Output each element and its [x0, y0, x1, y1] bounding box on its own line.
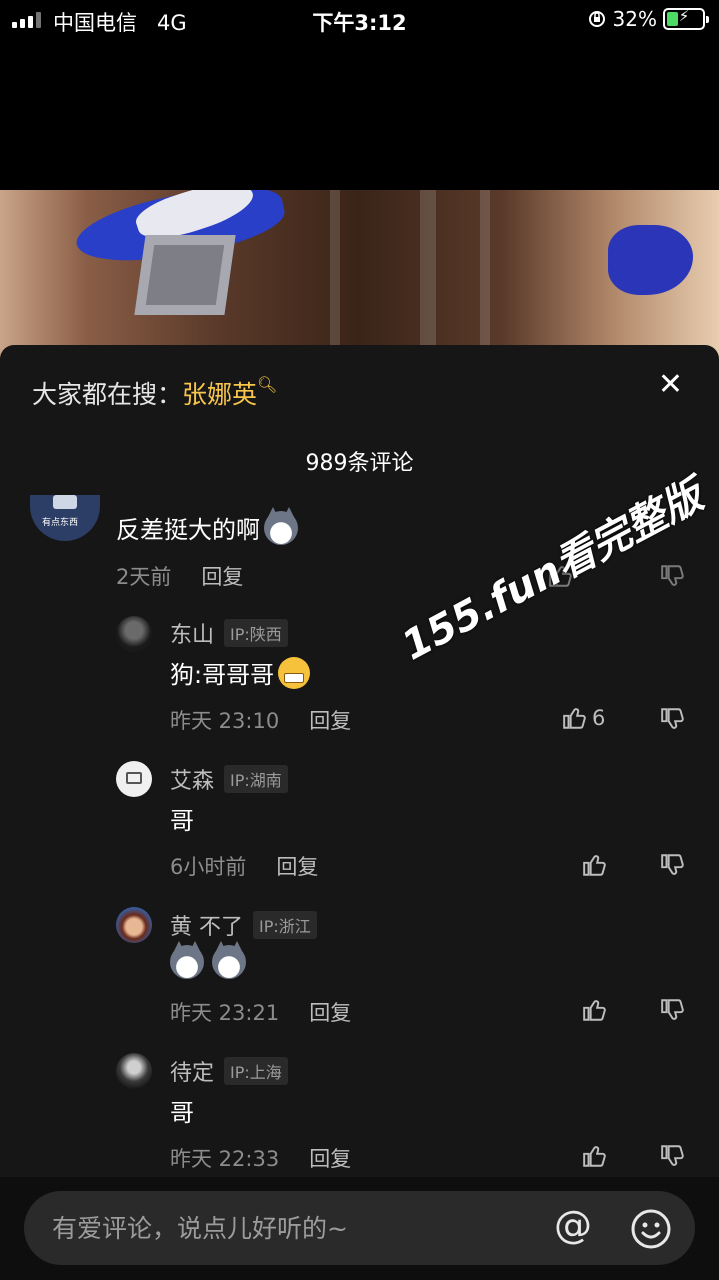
battery-percent: 32%	[612, 7, 657, 31]
orientation-lock-icon	[588, 11, 605, 27]
comment-meta: 昨天 22:33 回复	[170, 1143, 351, 1173]
search-keyword[interactable]: 张娜英	[182, 380, 257, 409]
comment-count: 989条评论	[305, 451, 414, 476]
video-preview[interactable]	[0, 190, 719, 360]
comment-author[interactable]: 东山 IP:陕西	[170, 617, 288, 649]
cat-emoji	[212, 941, 246, 979]
comment-meta: 昨天 23:10 回复	[170, 705, 351, 735]
hair-clip	[134, 235, 236, 315]
comment-text: 哥	[170, 807, 194, 835]
comment-meta: 6小时前 回复	[170, 851, 318, 881]
ip-badge: IP:陕西	[224, 619, 288, 647]
reply-button[interactable]: 回复	[309, 1143, 351, 1173]
comment-meta: 昨天 23:21 回复	[170, 997, 351, 1027]
dislike-icon[interactable]	[660, 706, 686, 732]
like-icon	[563, 708, 586, 729]
comment-text: 狗:哥哥哥	[170, 655, 311, 690]
comment-input-box[interactable]: @	[24, 1191, 695, 1265]
like-icon[interactable]	[582, 997, 608, 1023]
mention-icon[interactable]: @	[554, 1203, 592, 1247]
ip-badge: IP:上海	[224, 1057, 288, 1085]
reply-button[interactable]: 回复	[309, 997, 351, 1027]
comment-author[interactable]: 待定 IP:上海	[170, 1055, 288, 1087]
status-right: 32% ⚡	[587, 7, 709, 31]
dislike-icon[interactable]	[660, 563, 686, 589]
close-icon[interactable]: ✕	[658, 367, 683, 402]
dislike-icon[interactable]	[660, 1143, 686, 1169]
emoji-icon[interactable]	[630, 1208, 672, 1250]
search-icon: 🔍︎	[257, 375, 278, 394]
status-bar: 中国电信 4G 下午3:12 32% ⚡	[0, 0, 719, 40]
cat-emoji	[264, 506, 298, 545]
avatar[interactable]	[116, 1053, 152, 1089]
dislike-icon[interactable]	[660, 852, 686, 878]
comment-text: 哥	[170, 1099, 194, 1127]
like-button[interactable]: 6	[562, 705, 605, 731]
avatar[interactable]	[116, 761, 152, 797]
comment-sheet: 大家都在搜：张娜英🔍︎ ✕ 989条评论 有点东西 反差挺大的啊 2天前 回复 东…	[0, 345, 719, 1280]
battery-icon: ⚡	[663, 7, 709, 30]
cat-emoji	[170, 941, 204, 979]
reply-button[interactable]: 回复	[276, 851, 318, 881]
comment-text	[170, 941, 246, 979]
comment-author[interactable]: 艾森 IP:湖南	[170, 763, 288, 795]
avatar[interactable]: 有点东西	[30, 495, 100, 541]
comment-meta: 2天前 回复	[116, 561, 243, 591]
trending-search[interactable]: 大家都在搜：张娜英🔍︎	[32, 375, 277, 411]
comment-input[interactable]	[52, 1191, 522, 1265]
reply-button[interactable]: 回复	[309, 705, 351, 735]
avatar[interactable]	[116, 907, 152, 943]
avatar[interactable]	[116, 616, 152, 652]
like-count: 6	[592, 706, 606, 730]
comment-list[interactable]: 有点东西 反差挺大的啊 2天前 回复 东山 IP:陕西 狗:哥哥哥 昨天 23:10…	[0, 495, 719, 1175]
hair-bow-right	[608, 225, 693, 295]
like-icon[interactable]	[582, 1143, 608, 1169]
comment-text: 反差挺大的啊	[116, 506, 298, 545]
like-icon[interactable]	[582, 852, 608, 878]
reply-button[interactable]: 回复	[201, 561, 243, 591]
ip-badge: IP:湖南	[224, 765, 288, 793]
ip-badge: IP:浙江	[253, 911, 317, 939]
comment-input-bar: @	[0, 1177, 719, 1280]
grin-sweat-emoji	[278, 656, 311, 689]
comment-author[interactable]: 黄 不了 IP:浙江	[170, 909, 317, 941]
dislike-icon[interactable]	[660, 997, 686, 1023]
